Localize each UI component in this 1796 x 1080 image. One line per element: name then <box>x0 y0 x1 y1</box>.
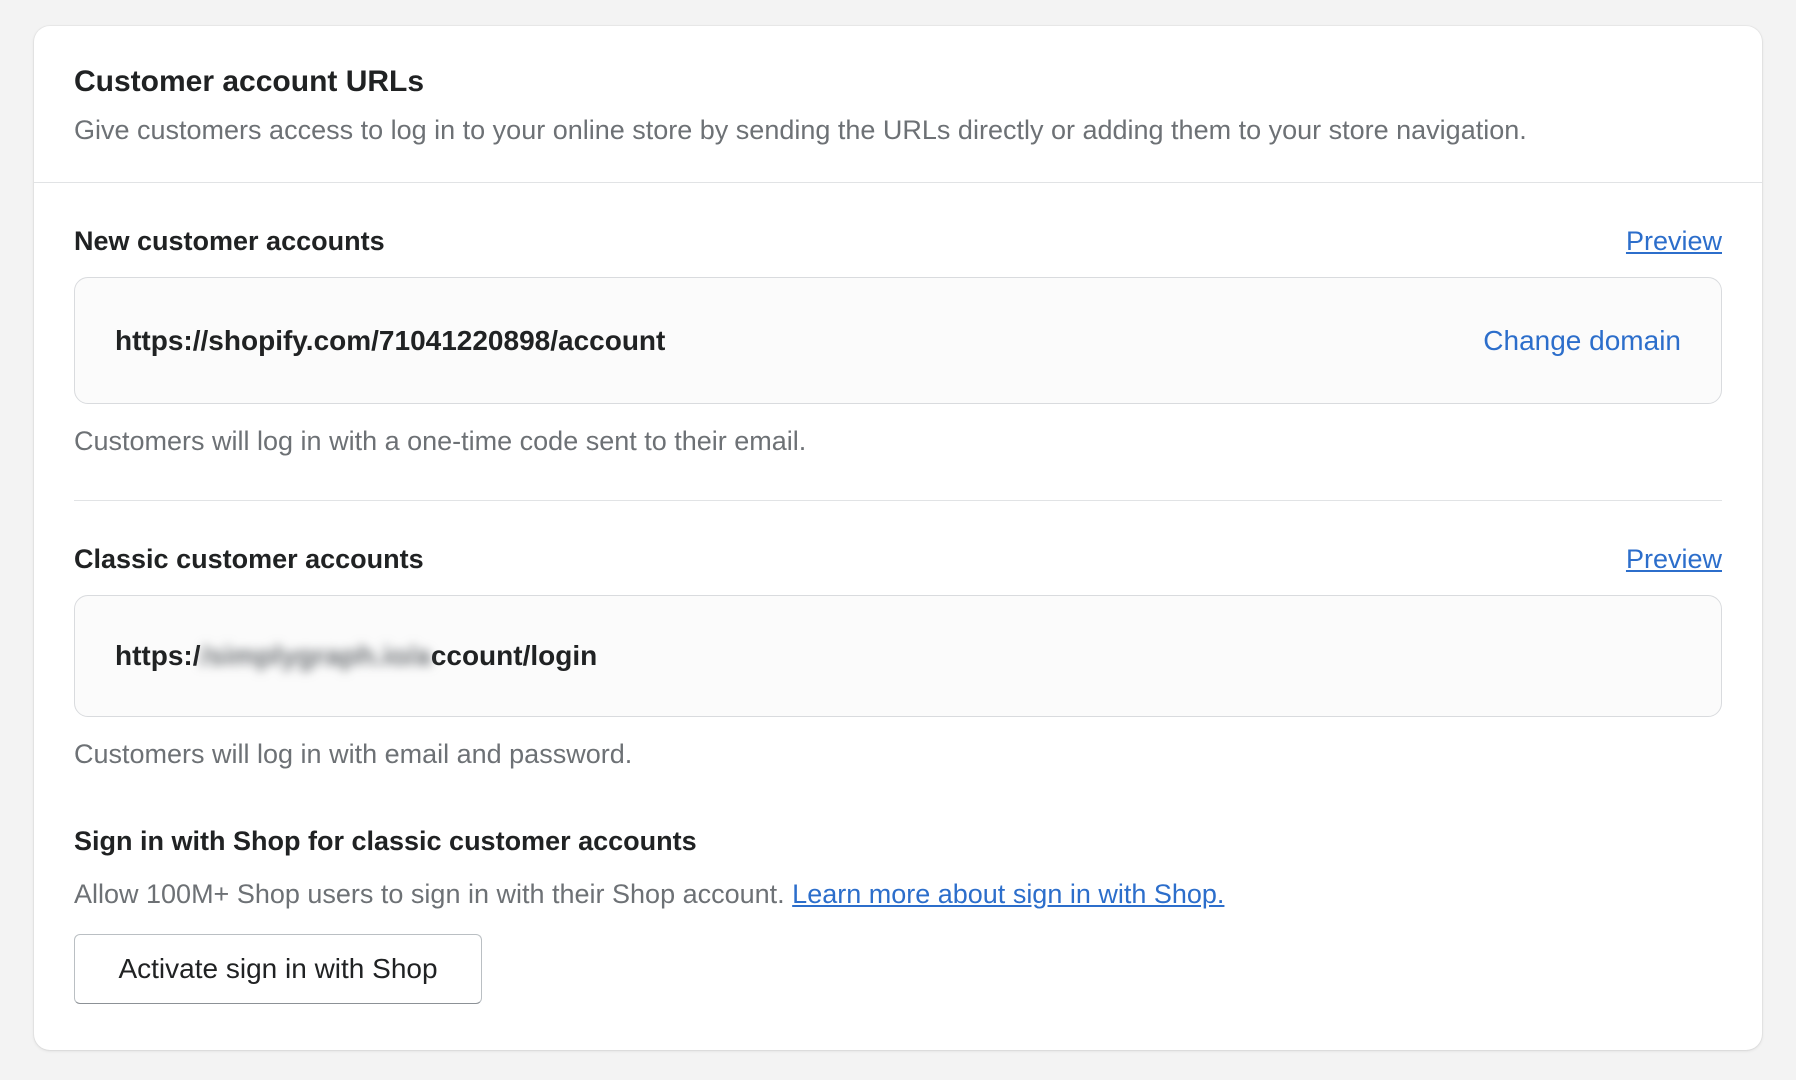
activate-sign-in-with-shop-button[interactable]: Activate sign in with Shop <box>74 934 482 1005</box>
change-domain-button[interactable]: Change domain <box>1483 325 1681 357</box>
new-customer-accounts-section: New customer accounts Preview https://sh… <box>74 183 1722 457</box>
learn-more-shop-link[interactable]: Learn more about sign in with Shop. <box>792 879 1224 909</box>
shop-signin-description: Allow 100M+ Shop users to sign in with t… <box>74 879 1722 910</box>
classic-accounts-url[interactable]: https://simplygraph.io/account/login <box>115 640 597 672</box>
new-accounts-preview-link[interactable]: Preview <box>1626 226 1722 257</box>
classic-accounts-title: Classic customer accounts <box>74 543 424 574</box>
new-accounts-helper-text: Customers will log in with a one-time co… <box>74 426 807 457</box>
new-accounts-url[interactable]: https://shopify.com/71041220898/account <box>115 325 665 357</box>
new-accounts-url-box: https://shopify.com/71041220898/account … <box>74 277 1722 405</box>
customer-account-urls-card: Customer account URLs Give customers acc… <box>34 26 1762 1050</box>
classic-accounts-helper-text: Customers will log in with email and pas… <box>74 739 633 770</box>
classic-url-suffix: ccount/login <box>430 640 598 672</box>
classic-accounts-header: Classic customer accounts Preview <box>74 543 1722 575</box>
shop-signin-description-text: Allow 100M+ Shop users to sign in with t… <box>74 879 785 910</box>
classic-url-redacted-domain: /simplygraph.io/a <box>200 640 431 672</box>
card-title: Customer account URLs <box>74 65 425 98</box>
classic-url-prefix: https:/ <box>115 640 201 672</box>
shop-signin-title: Sign in with Shop for classic customer a… <box>74 826 697 857</box>
card-subtitle: Give customers access to log in to your … <box>74 115 1527 145</box>
new-accounts-header: New customer accounts Preview <box>74 225 1722 257</box>
new-accounts-title: New customer accounts <box>74 225 385 256</box>
card-header: Customer account URLs Give customers acc… <box>34 26 1762 184</box>
classic-customer-accounts-section: Classic customer accounts Preview https:… <box>74 501 1722 770</box>
classic-accounts-url-box: https://simplygraph.io/account/login <box>74 595 1722 718</box>
classic-accounts-preview-link[interactable]: Preview <box>1626 544 1722 575</box>
card-body: New customer accounts Preview https://sh… <box>34 183 1762 1005</box>
